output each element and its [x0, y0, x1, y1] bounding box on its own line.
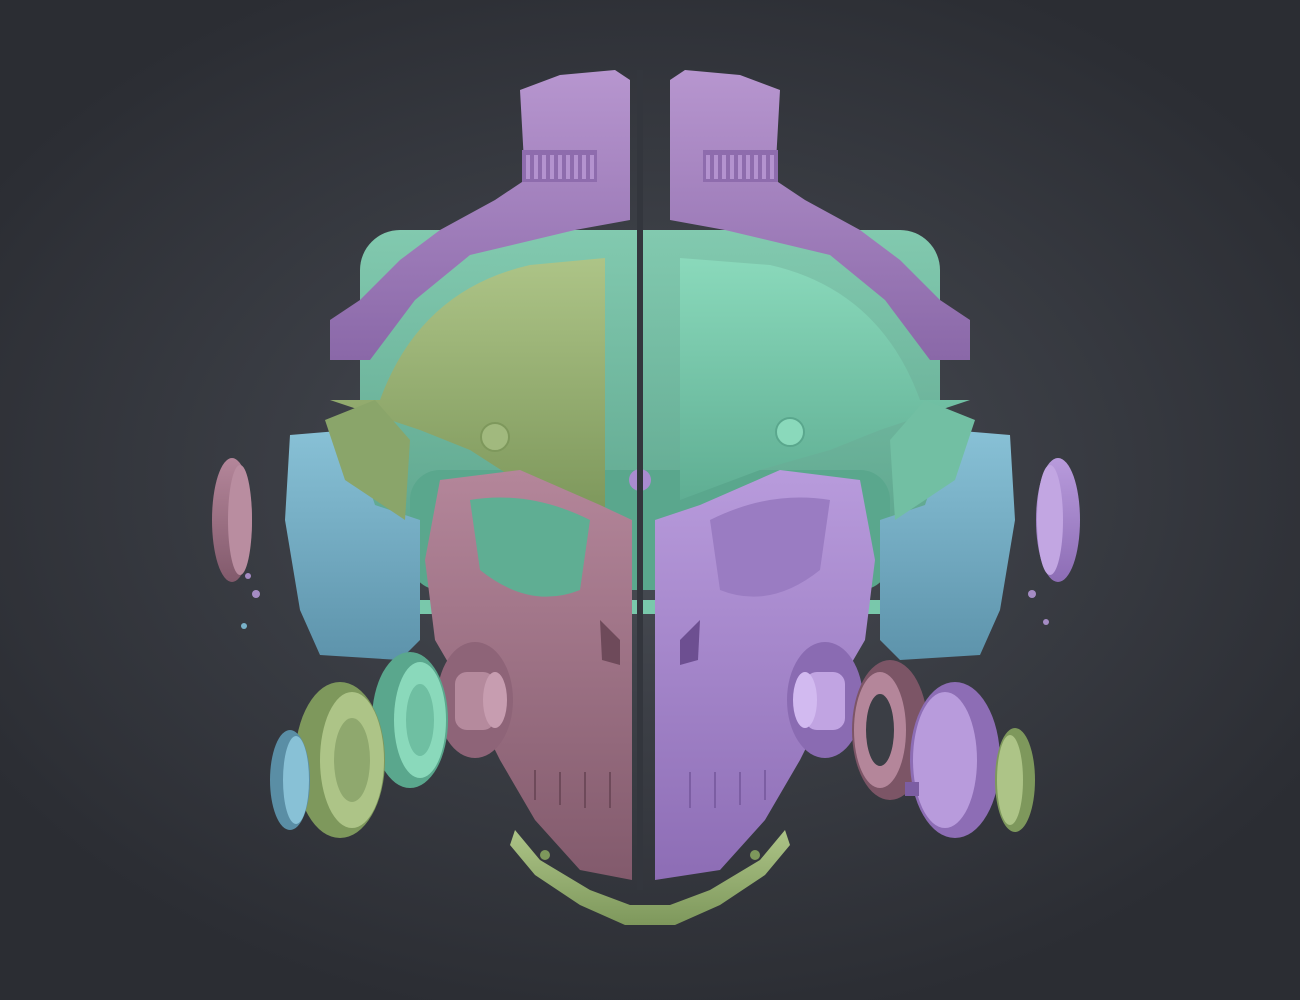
right-filter-cap-olive: [995, 728, 1035, 832]
left-filter-olive: [295, 682, 385, 838]
right-ear-disc: [1036, 458, 1080, 582]
left-respirator-port: [437, 642, 513, 758]
helmet-render: [212, 70, 1080, 925]
left-ear-disc: [212, 458, 252, 582]
split-gap: [637, 70, 643, 890]
right-respirator-port: [787, 642, 863, 758]
chin-strap: [510, 830, 790, 925]
render-viewport: [0, 0, 1300, 1000]
left-filter-cap-blue: [270, 730, 310, 830]
